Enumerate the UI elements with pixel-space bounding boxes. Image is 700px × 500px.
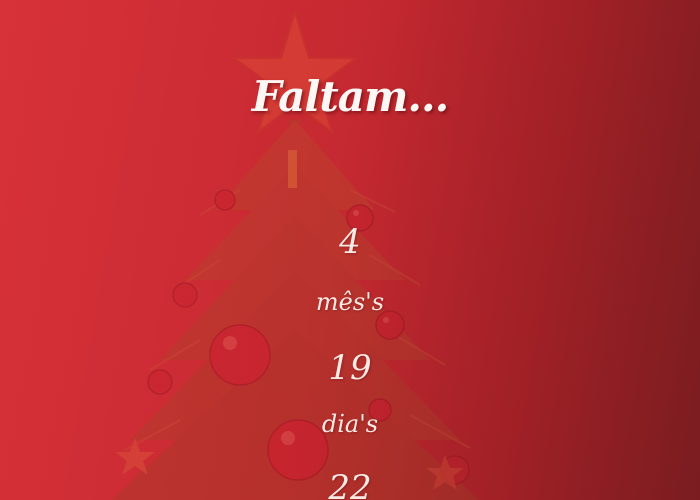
months-label: mês's — [315, 288, 385, 316]
days-value: 19 — [328, 348, 372, 388]
page-title: Faltam... — [251, 72, 450, 121]
countdown-panel: Faltam... 4 mês's 19 dia's 22 — [0, 0, 700, 500]
months-value: 4 — [339, 222, 361, 262]
hours-value: 22 — [328, 468, 372, 500]
days-label: dia's — [321, 410, 379, 438]
